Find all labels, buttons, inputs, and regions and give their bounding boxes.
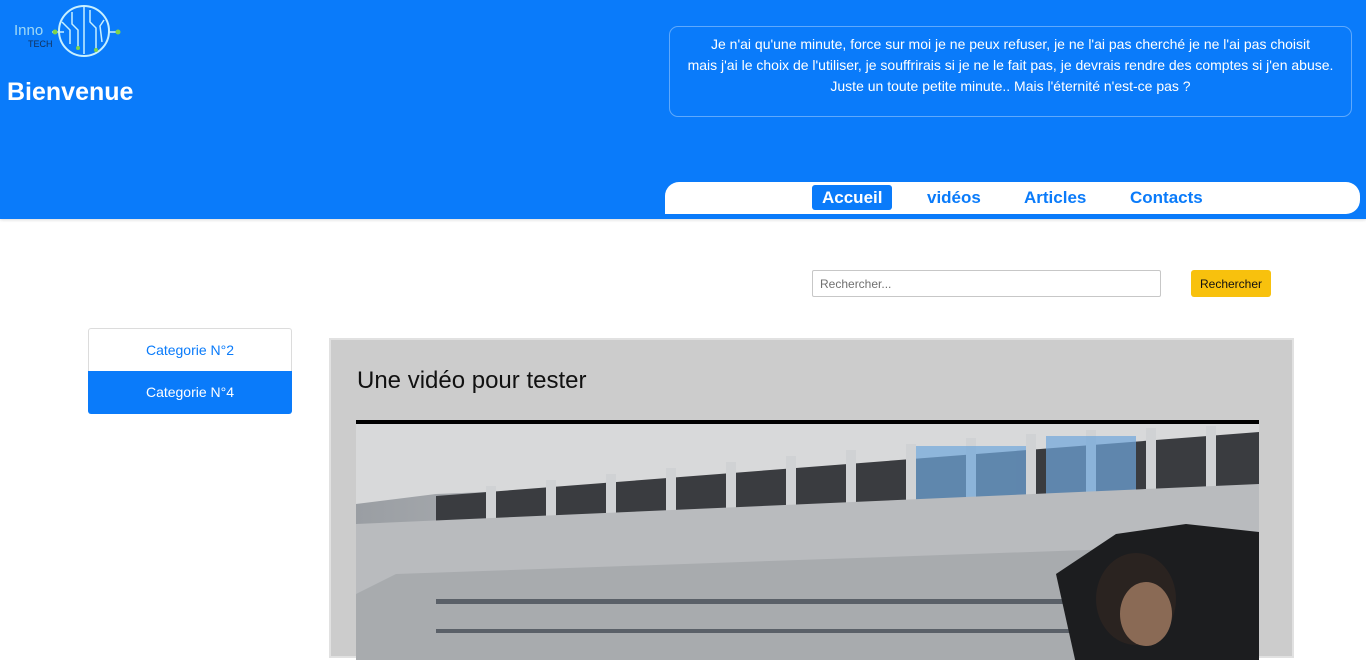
search-button[interactable]: Rechercher	[1191, 270, 1271, 297]
logo-subtext: TECH	[28, 39, 53, 49]
nav-item-accueil[interactable]: Accueil	[812, 185, 893, 210]
quote-box: Je n'ai qu'une minute, force sur moi je …	[669, 26, 1352, 117]
video-card: Une vidéo pour tester	[329, 338, 1294, 660]
category-list: Categorie N°2 Categorie N°4	[88, 328, 292, 414]
quote-line: Juste un toute petite minute.. Mais l'ét…	[830, 78, 1191, 94]
nav-item-articles[interactable]: Articles	[1014, 185, 1096, 210]
video-title: Une vidéo pour tester	[357, 367, 587, 394]
search-input[interactable]	[812, 270, 1161, 297]
site-header: Inno TECH Bienvenue Je n'ai qu'une minut…	[0, 0, 1366, 219]
category-item-4[interactable]: Categorie N°4	[88, 371, 292, 414]
main-nav: Accueil vidéos Articles Contacts	[665, 182, 1360, 214]
logo[interactable]: Inno TECH	[12, 4, 124, 60]
quote-line: mais j'ai le choix de l'utiliser, je sou…	[687, 57, 1334, 73]
logo-text: Inno	[14, 22, 44, 39]
nav-item-contacts[interactable]: Contacts	[1120, 185, 1213, 210]
video-frame-thumbnail	[356, 424, 1259, 660]
category-item-2[interactable]: Categorie N°2	[88, 328, 292, 371]
welcome-heading: Bienvenue	[7, 78, 134, 106]
nav-item-videos[interactable]: vidéos	[917, 185, 991, 210]
quote-line: Je n'ai qu'une minute, force sur moi je …	[710, 36, 1311, 52]
circuit-globe-logo-icon	[52, 5, 121, 57]
video-player[interactable]	[356, 420, 1259, 660]
